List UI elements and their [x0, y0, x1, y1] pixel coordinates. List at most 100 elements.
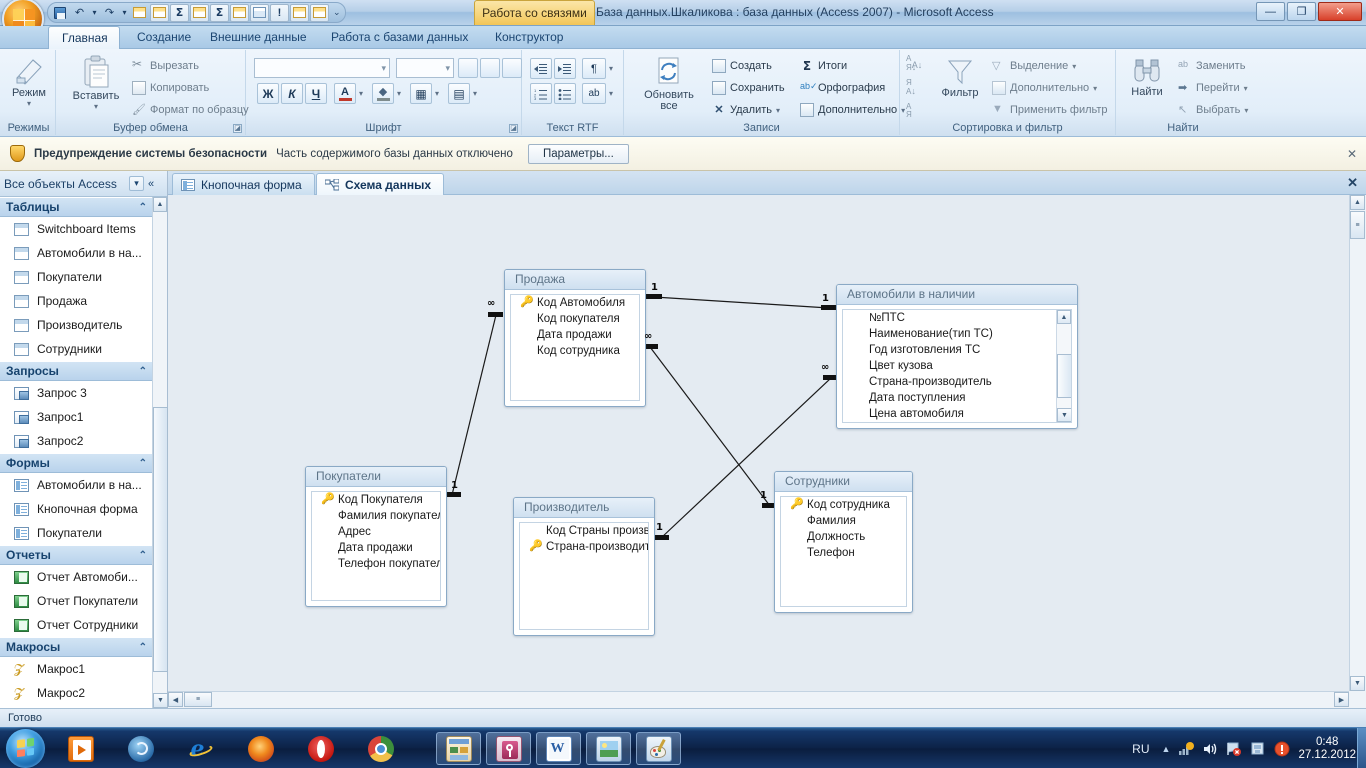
copy-button[interactable]: Копировать	[132, 81, 209, 95]
table-field[interactable]: Год изготовления ТС	[843, 342, 1071, 358]
font-name-combo[interactable]: ▾	[254, 58, 390, 78]
font-dialog-launcher[interactable]: ◪	[509, 124, 518, 133]
nav-item-report-avtomobili[interactable]: Отчет Автомоби...	[0, 565, 153, 589]
more-records-button[interactable]: Дополнительно ▾	[800, 103, 905, 117]
table-field[interactable]: Должность	[781, 529, 906, 545]
alternate-fill-button[interactable]: ▤	[448, 83, 470, 104]
fill-color-button[interactable]: ◆	[372, 83, 394, 104]
spelling-button[interactable]: ab✓ Орфография	[800, 81, 885, 95]
scrollbar-thumb[interactable]	[153, 407, 168, 672]
table-field[interactable]: 🔑 Код Автомобиля	[511, 295, 639, 311]
table-field-list[interactable]: Код Страны произв 🔑 Страна-производит	[519, 522, 649, 630]
device-icon[interactable]	[1250, 741, 1266, 757]
nav-item-makros2[interactable]: 𝓩 Макрос2	[0, 681, 153, 705]
paste-dropdown-icon[interactable]: ▾	[94, 102, 98, 111]
taskbar-item-photo-viewer[interactable]	[586, 732, 631, 765]
canvas-vertical-scrollbar[interactable]: ▲ ≡ ▼	[1349, 195, 1366, 691]
chevron-down-icon[interactable]: ▾	[129, 176, 144, 191]
table-icon-3[interactable]	[230, 3, 249, 22]
tab-vneshnie-dannye[interactable]: Внешние данные	[197, 26, 320, 49]
nav-item-sotrudniki[interactable]: Сотрудники	[0, 337, 153, 361]
customize-qat-icon[interactable]: ⌄	[333, 7, 341, 18]
scroll-left-icon[interactable]: ◀	[168, 692, 183, 707]
taskbar-item-internet-explorer[interactable]: e	[178, 732, 223, 765]
toggle-filter-button[interactable]: ▼ Применить фильтр	[992, 103, 1108, 117]
table-field[interactable]: Дата продажи	[312, 540, 440, 556]
tab-sozdanie[interactable]: Создание	[124, 26, 204, 49]
volume-icon[interactable]	[1202, 741, 1218, 757]
numbered-list-button[interactable]: 123	[530, 83, 552, 104]
tab-glavnaya[interactable]: Главная	[48, 26, 120, 49]
close-icon[interactable]: ✕	[1347, 147, 1357, 161]
increase-indent-button[interactable]	[554, 58, 576, 79]
taskbar-item-explorer-window[interactable]	[436, 732, 481, 765]
close-button[interactable]: ✕	[1318, 2, 1362, 21]
nav-item-zapros-3[interactable]: Запрос 3	[0, 381, 153, 405]
relationship-table-sotrudniki[interactable]: Сотрудники 🔑 Код сотрудника Фамилия Должн…	[774, 471, 913, 613]
nav-item-report-sotrudniki[interactable]: Отчет Сотрудники	[0, 613, 153, 637]
table-field[interactable]: Цена автомобиля	[843, 406, 1071, 422]
relationship-table-pokupateli[interactable]: Покупатели 🔑 Код Покупателя Фамилия покуп…	[305, 466, 447, 607]
taskbar-item-opera[interactable]	[298, 732, 343, 765]
table-field[interactable]: Адрес	[312, 524, 440, 540]
nav-group-forms[interactable]: Формы ⌃	[0, 453, 153, 473]
doc-tab-shema-dannyh[interactable]: Схема данных	[316, 173, 444, 195]
sum-icon-1[interactable]: Σ	[170, 3, 189, 22]
undo-dropdown-icon[interactable]: ▾	[90, 4, 99, 22]
sum-icon-2[interactable]: Σ	[210, 3, 229, 22]
scrollbar-thumb[interactable]: ≡	[1350, 211, 1365, 239]
table-field-list[interactable]: №ПТС Наименование(тип ТС) Год изготовлен…	[842, 309, 1072, 423]
table-field[interactable]: Код сотрудника	[511, 343, 639, 359]
table-field-list[interactable]: 🔑 Код Автомобиля Код покупателя Дата прод…	[510, 294, 640, 401]
table-field[interactable]: Фамилия	[781, 513, 906, 529]
goto-button[interactable]: ➡ Перейти ▾	[1178, 81, 1248, 95]
exclamation-icon[interactable]: !	[270, 3, 289, 22]
redo-dropdown-icon[interactable]: ▾	[120, 4, 129, 22]
selection-button[interactable]: ▽ Выделение ▾	[992, 59, 1076, 73]
relationship-table-avtomobili[interactable]: Автомобили в наличии №ПТС Наименование(т…	[836, 284, 1078, 429]
table-field[interactable]: Код Страны произв	[520, 523, 648, 539]
bullet-list-button[interactable]	[554, 83, 576, 104]
select-button[interactable]: ↖ Выбрать ▾	[1178, 103, 1248, 117]
scrollbar-thumb[interactable]	[1057, 354, 1071, 398]
scroll-down-icon[interactable]: ▼	[1350, 676, 1365, 691]
advanced-dropdown-icon[interactable]: ▾	[1093, 84, 1097, 93]
nav-item-makros1[interactable]: 𝓩 Макрос1	[0, 657, 153, 681]
table-field[interactable]: Наименование(тип ТС)	[843, 326, 1071, 342]
font-color-button[interactable]: A	[334, 83, 356, 104]
goto-dropdown-icon[interactable]: ▾	[1244, 84, 1248, 93]
table-icon-4[interactable]	[290, 3, 309, 22]
relationship-table-prodazha[interactable]: Продажа 🔑 Код Автомобиля Код покупателя Д…	[504, 269, 646, 407]
nav-group-macros[interactable]: Макросы ⌃	[0, 637, 153, 657]
clock[interactable]: 0:48 27.12.2012	[1298, 736, 1356, 762]
taskbar-item-media-player[interactable]	[58, 732, 103, 765]
scroll-up-icon[interactable]: ▲	[1350, 195, 1365, 210]
align-center-button[interactable]	[480, 58, 500, 78]
nav-item-zapros2[interactable]: Запрос2	[0, 429, 153, 453]
taskbar-item-firefox[interactable]	[238, 732, 283, 765]
nav-group-tables[interactable]: Таблицы ⌃	[0, 197, 153, 217]
table-field[interactable]: №ПТС	[843, 310, 1071, 326]
taskbar-item-ms-word[interactable]: W	[536, 732, 581, 765]
relationships-icon[interactable]	[130, 4, 149, 22]
gridlines-button[interactable]: ▦	[410, 83, 432, 104]
advanced-filter-button[interactable]: Дополнительно ▾	[992, 81, 1097, 95]
save-icon[interactable]	[50, 4, 69, 22]
start-button[interactable]	[6, 729, 45, 768]
clipboard-dialog-launcher[interactable]: ◪	[233, 124, 242, 133]
table-icon-1[interactable]	[150, 3, 169, 22]
quick-access-toolbar[interactable]: ↶ ▾ ↷ ▾ Σ Σ ! ⌄	[47, 2, 346, 23]
ltr-direction-button[interactable]: ¶	[582, 58, 606, 79]
table-icon-2[interactable]	[190, 3, 209, 22]
table-field[interactable]: Код покупателя	[511, 311, 639, 327]
text-highlight-button[interactable]: ab	[582, 83, 606, 104]
nav-item-prodazha[interactable]: Продажа	[0, 289, 153, 313]
undo-icon[interactable]: ↶	[70, 4, 89, 22]
table-field-list[interactable]: 🔑 Код сотрудника Фамилия Должность Телефо…	[780, 496, 907, 607]
relationship-table-proizvoditel[interactable]: Производитель Код Страны произв 🔑 Страна-…	[513, 497, 655, 636]
delete-record-button[interactable]: ✕ Удалить ▾	[712, 103, 780, 117]
table-scrollbar[interactable]: ▲ ▼	[1056, 310, 1071, 422]
scrollbar-thumb[interactable]: ≡	[184, 692, 212, 707]
fill-color-dropdown-icon[interactable]: ▾	[394, 83, 404, 104]
action-center-icon[interactable]	[1226, 741, 1242, 757]
